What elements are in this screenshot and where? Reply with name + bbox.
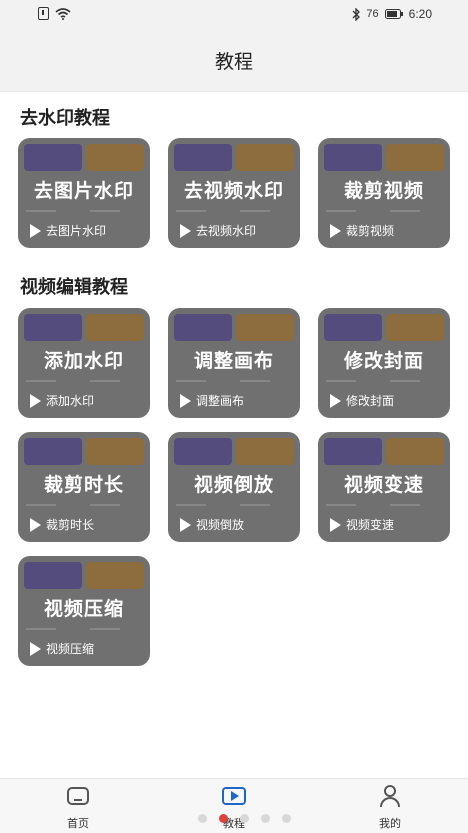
page-dot-active bbox=[219, 814, 228, 823]
card-subtitle: 裁剪时长 bbox=[46, 518, 95, 532]
play-icon bbox=[30, 223, 41, 238]
card-subtitle: 添加水印 bbox=[46, 394, 95, 408]
sim-card-icon bbox=[38, 7, 49, 20]
play-icon bbox=[30, 641, 41, 656]
tutorial-card-remove-image-watermark[interactable]: 去图片水印 去图片水印 bbox=[18, 138, 150, 248]
card-subtitle: 去视频水印 bbox=[196, 224, 257, 238]
play-icon bbox=[330, 517, 341, 532]
battery-icon bbox=[384, 9, 403, 19]
card-title: 视频压缩 bbox=[43, 598, 124, 620]
play-icon bbox=[30, 517, 41, 532]
card-subtitle: 去图片水印 bbox=[46, 224, 107, 238]
card-subtitle-row: 添加水印 bbox=[30, 392, 94, 409]
card-title: 裁剪视频 bbox=[343, 180, 424, 202]
card-subtitle-row: 去图片水印 bbox=[30, 222, 106, 239]
card-subtitle-row: 裁剪视频 bbox=[330, 222, 394, 239]
page-dot bbox=[282, 814, 291, 823]
page-dot bbox=[240, 814, 249, 823]
tutorial-card-change-cover[interactable]: 修改封面 修改封面 bbox=[318, 308, 450, 418]
header: 教程 bbox=[0, 30, 468, 92]
card-subtitle-row: 视频倒放 bbox=[180, 516, 244, 533]
tutorial-card-reverse-video[interactable]: 视频倒放 视频倒放 bbox=[168, 432, 300, 542]
tutorial-card-change-speed[interactable]: 视频变速 视频变速 bbox=[318, 432, 450, 542]
tab-course[interactable]: 教程 bbox=[189, 785, 279, 831]
card-title: 修改封面 bbox=[343, 350, 424, 372]
card-subtitle-row: 视频变速 bbox=[330, 516, 394, 533]
card-title: 裁剪时长 bbox=[43, 474, 124, 496]
status-left bbox=[38, 7, 71, 20]
card-subtitle: 视频倒放 bbox=[196, 518, 245, 532]
page-title: 教程 bbox=[214, 51, 253, 73]
section-title-video-edit: 视频编辑教程 bbox=[20, 277, 128, 298]
card-subtitle: 修改封面 bbox=[346, 394, 395, 408]
tab-mine[interactable]: 我的 bbox=[345, 785, 435, 831]
status-time: 6:20 bbox=[408, 7, 432, 21]
card-subtitle-row: 视频压缩 bbox=[30, 640, 94, 657]
wifi-icon bbox=[55, 7, 71, 20]
page-dot bbox=[261, 814, 270, 823]
tab-home[interactable]: 首页 bbox=[33, 785, 123, 831]
video-icon bbox=[221, 785, 247, 807]
tutorial-card-remove-video-watermark[interactable]: 去视频水印 去视频水印 bbox=[168, 138, 300, 248]
page-indicator bbox=[198, 814, 291, 823]
play-icon bbox=[180, 517, 191, 532]
play-icon bbox=[180, 223, 191, 238]
play-icon bbox=[30, 393, 41, 408]
tab-mine-label: 我的 bbox=[379, 818, 401, 830]
card-subtitle: 裁剪视频 bbox=[346, 224, 395, 238]
card-subtitle-row: 裁剪时长 bbox=[30, 516, 94, 533]
page-dot bbox=[198, 814, 207, 823]
card-title: 去视频水印 bbox=[183, 180, 284, 202]
bottom-tabbar: 首页 教程 我的 bbox=[0, 778, 468, 833]
card-title: 视频倒放 bbox=[193, 474, 274, 496]
card-subtitle-row: 去视频水印 bbox=[180, 222, 256, 239]
tutorial-content: 去水印教程 去图片水印 去图片水印 去视频水印 去视频水印 裁剪视频 裁剪视频 … bbox=[0, 92, 468, 778]
tutorial-card-trim-duration[interactable]: 裁剪时长 裁剪时长 bbox=[18, 432, 150, 542]
home-icon bbox=[65, 785, 91, 807]
status-right: 76 6:20 bbox=[352, 7, 432, 21]
tutorial-card-compress-video[interactable]: 视频压缩 视频压缩 bbox=[18, 556, 150, 666]
card-title: 去图片水印 bbox=[33, 180, 134, 202]
card-subtitle: 视频变速 bbox=[346, 518, 395, 532]
card-subtitle: 视频压缩 bbox=[46, 642, 95, 656]
battery-level: 76 bbox=[366, 8, 379, 20]
card-subtitle: 调整画布 bbox=[196, 394, 245, 408]
bluetooth-icon bbox=[352, 7, 361, 21]
play-icon bbox=[330, 393, 341, 408]
status-bar: 76 6:20 bbox=[0, 0, 468, 30]
tutorial-card-add-watermark[interactable]: 添加水印 添加水印 bbox=[18, 308, 150, 418]
card-title: 添加水印 bbox=[43, 350, 124, 372]
play-icon bbox=[180, 393, 191, 408]
card-title: 调整画布 bbox=[193, 350, 274, 372]
tutorial-card-adjust-canvas[interactable]: 调整画布 调整画布 bbox=[168, 308, 300, 418]
user-icon bbox=[377, 785, 403, 807]
play-icon bbox=[330, 223, 341, 238]
card-subtitle-row: 修改封面 bbox=[330, 392, 394, 409]
card-subtitle-row: 调整画布 bbox=[180, 392, 244, 409]
card-title: 视频变速 bbox=[343, 474, 424, 496]
tab-home-label: 首页 bbox=[67, 818, 89, 830]
section-title-watermark: 去水印教程 bbox=[20, 108, 110, 129]
tutorial-card-crop-video[interactable]: 裁剪视频 裁剪视频 bbox=[318, 138, 450, 248]
